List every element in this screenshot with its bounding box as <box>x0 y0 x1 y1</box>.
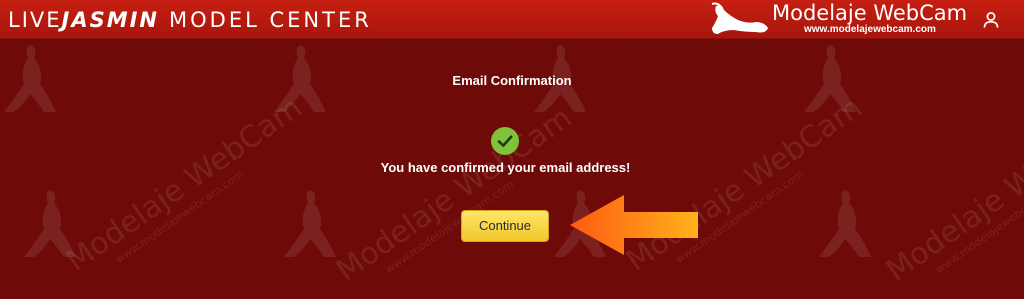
brand-live: LIVE <box>8 8 62 32</box>
watermark-title: Modelaje WebCam <box>330 100 579 289</box>
watermark-logo-title: Modelaje WebCam <box>772 1 968 25</box>
watermark-url: www.modelajewebcam.com <box>932 177 1024 277</box>
watermark-figure-icon <box>24 190 76 257</box>
watermark-text: Modelaje WebCam www.modelajewebcam.com <box>330 100 586 299</box>
watermark-logo-url: www.modelajewebcam.com <box>804 24 936 35</box>
confirmation-message: You have confirmed your email address! <box>380 160 631 175</box>
check-icon <box>491 127 519 155</box>
top-header: LIVEJASMIN MODEL CENTER Modelaje WebCam w… <box>0 0 1024 39</box>
page-title: Email Confirmation <box>452 73 572 88</box>
watermark-text: Modelaje WebCam www.modelajewebcam.com <box>880 100 1024 299</box>
brand-logo[interactable]: LIVEJASMIN MODEL CENTER <box>8 8 372 32</box>
watermark-title: Modelaje WebCam <box>60 90 309 279</box>
continue-button[interactable]: Continue <box>461 210 549 242</box>
watermark-title: Modelaje WebCam <box>880 100 1024 289</box>
figure-silhouette-icon <box>711 2 768 34</box>
user-icon[interactable] <box>981 10 1001 30</box>
watermark-text: Modelaje WebCam www.modelajewebcam.com <box>60 90 316 289</box>
brand-jasmin: JASMIN <box>61 8 160 32</box>
watermark-figure-icon <box>819 190 871 257</box>
arrow-icon <box>570 195 698 255</box>
watermark-figure-icon <box>284 190 336 257</box>
watermark-logo: Modelaje WebCam www.modelajewebcam.com <box>708 0 978 38</box>
brand-model-center: MODEL CENTER <box>169 8 372 32</box>
